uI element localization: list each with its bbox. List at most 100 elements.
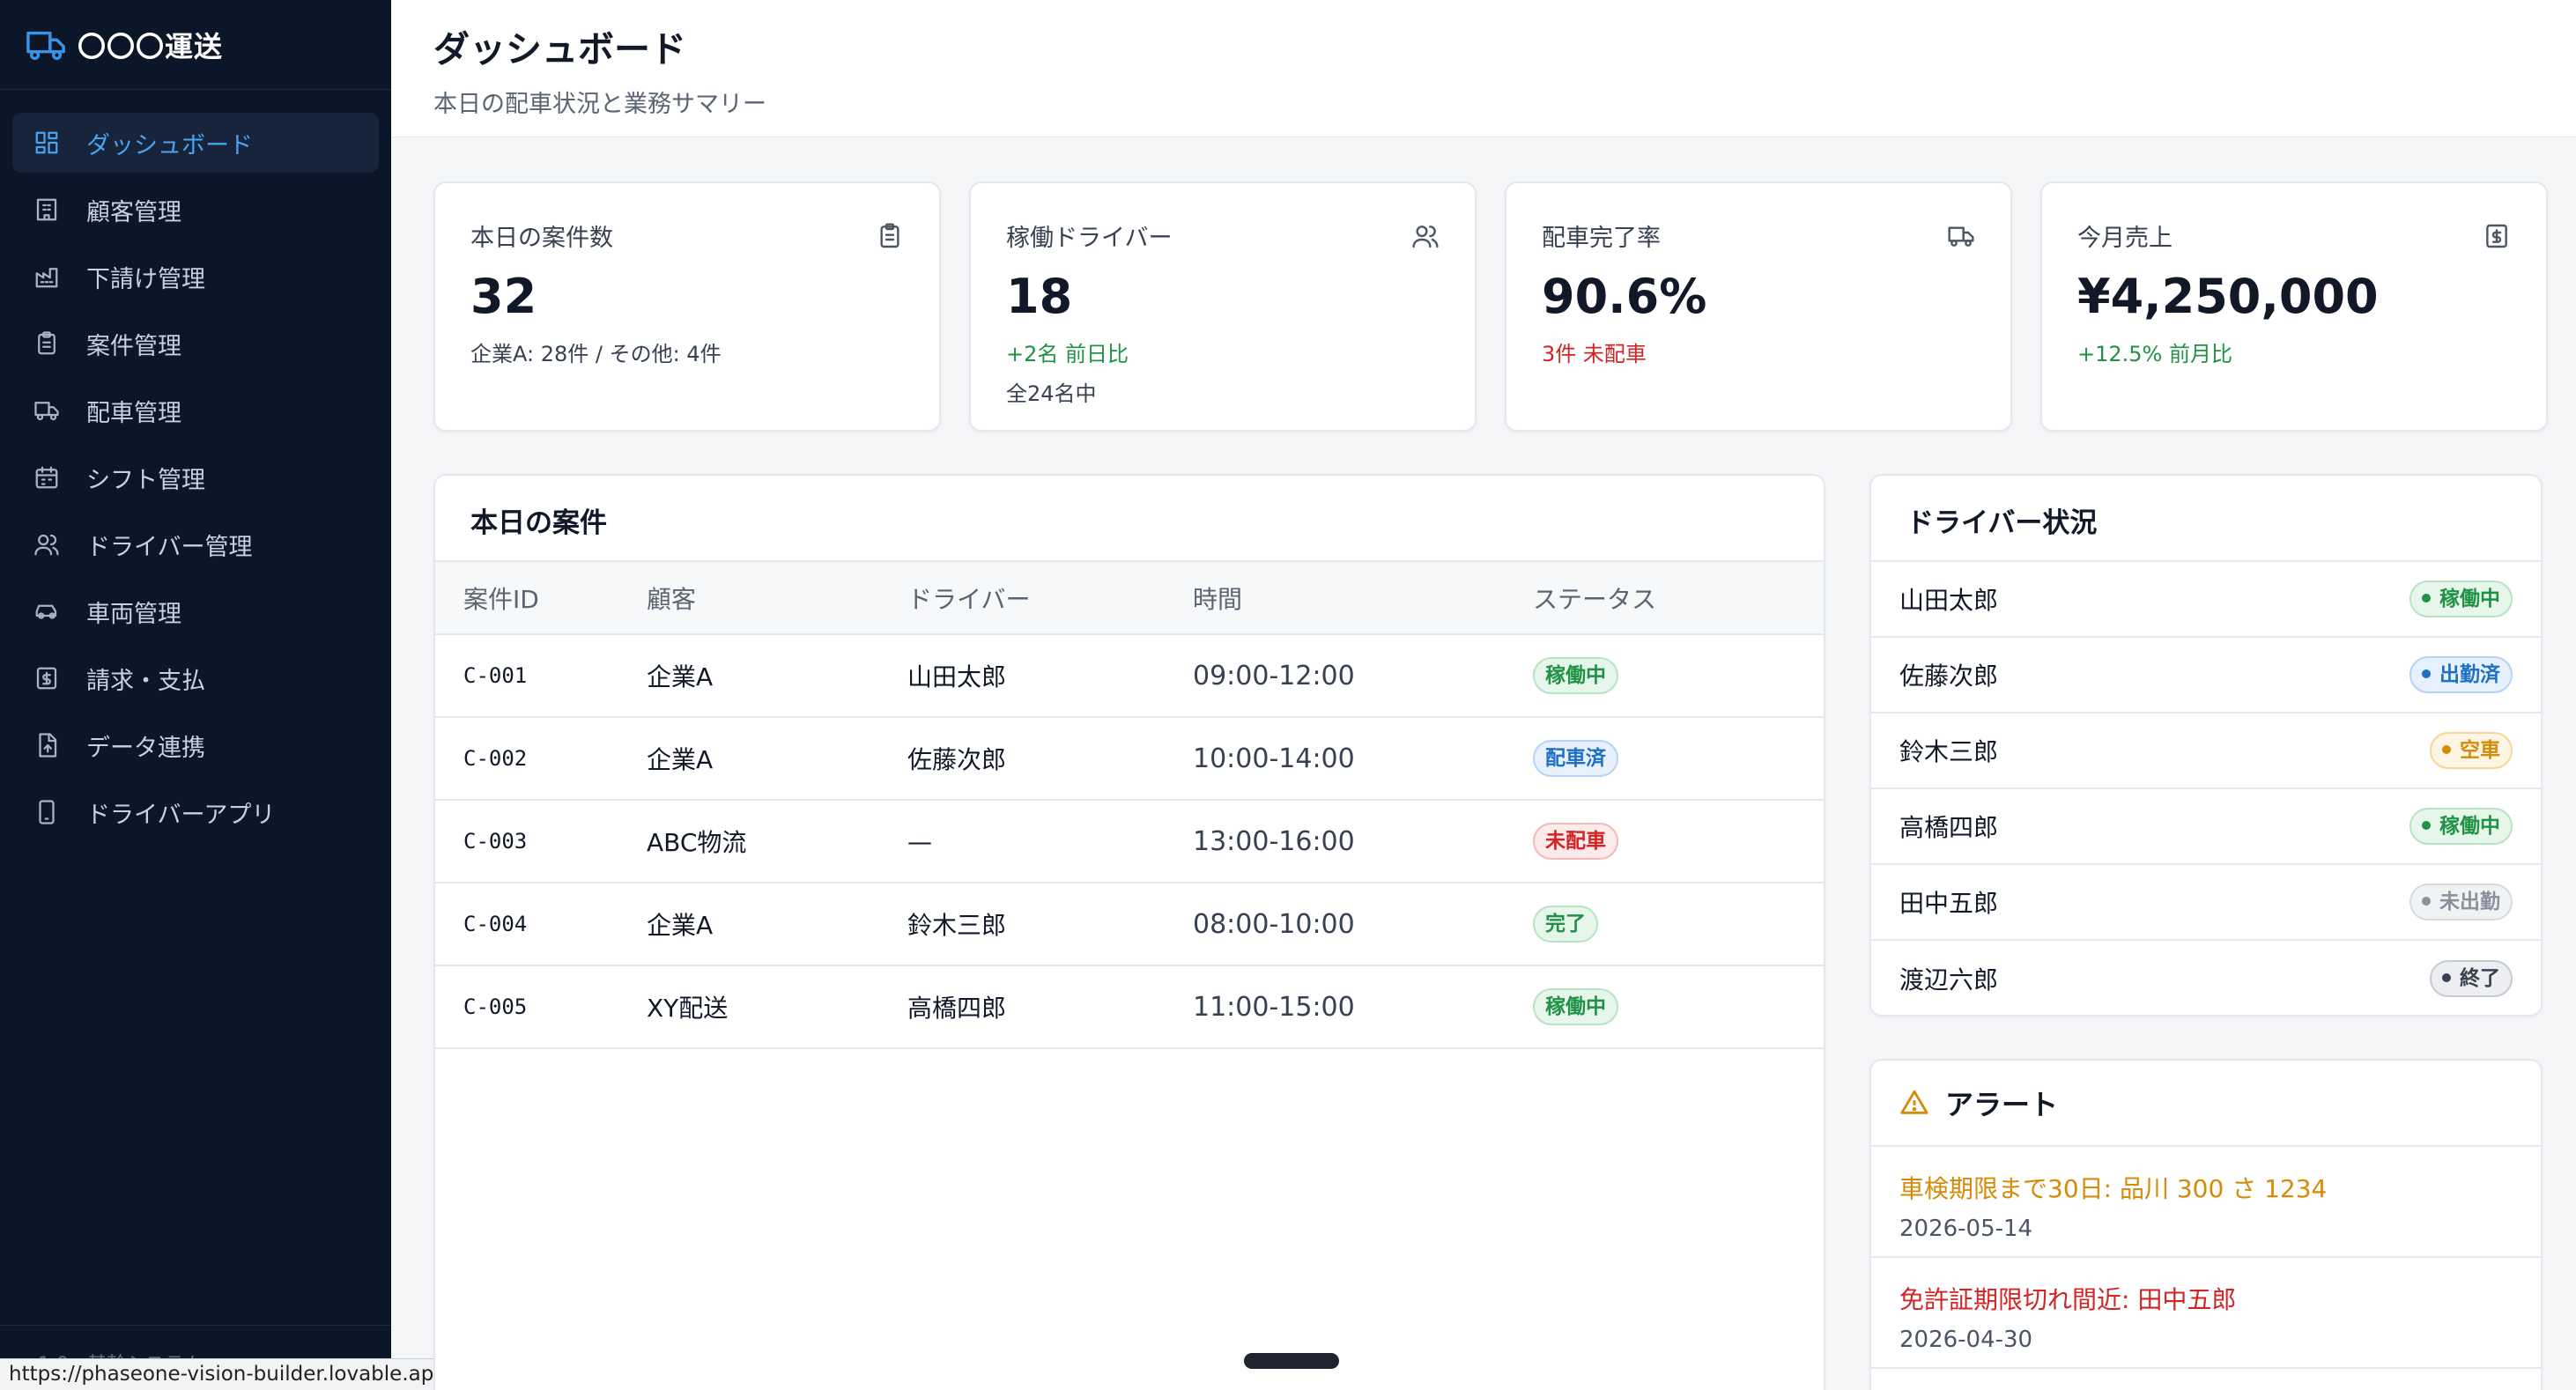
alerts-header: アラート [1871, 1061, 2541, 1147]
table-row[interactable]: C-003 ABC物流 — 13:00-16:00 未配車 [435, 800, 1824, 883]
page-subtitle: 本日の配車状況と業務サマリー [433, 91, 766, 118]
sidebar-item-label: データ連携 [86, 734, 205, 762]
cases-card: 本日の案件 案件ID 顧客 ドライバー 時間 ステータス C-001 企業A 山田太… [433, 474, 1825, 1390]
sidebar-item-9[interactable]: 請求・支払 [12, 648, 379, 708]
sidebar-nav: ダッシュボード 顧客管理下請け管理案件管理配車管理シフト管理ドライバー管理 車両管理… [0, 90, 391, 842]
driver-status-badge: 稼働中 [2409, 580, 2513, 617]
kpi-label: 今月売上 [2077, 225, 2173, 252]
sidebar-item-5[interactable]: 配車管理 [12, 381, 379, 440]
truck-icon [1948, 226, 1974, 247]
truck-logo-icon [26, 31, 65, 60]
sidebar-item-2[interactable]: 顧客管理 [12, 180, 379, 240]
driver-row[interactable]: 高橋四郎 稼働中 [1871, 789, 2541, 865]
sidebar-item-label: ドライバーアプリ [86, 801, 276, 829]
driver-status-label: 稼働中 [2439, 588, 2500, 610]
sidebar-item-label: 車両管理 [86, 600, 181, 628]
kpi-subnote: 全24名中 [1006, 381, 1097, 406]
driver-name: 佐藤次郎 [1899, 662, 1999, 691]
case-customer: XY配送 [647, 994, 729, 1023]
brand-name: 〇〇〇運送 [78, 29, 224, 63]
table-row[interactable]: C-005 XY配送 高橋四郎 11:00-15:00 稼働中 [435, 965, 1824, 1048]
table-row[interactable]: C-001 企業A 山田太郎 09:00-12:00 稼働中 [435, 634, 1824, 717]
driver-status-badge: 出勤済 [2409, 656, 2513, 693]
sidebar-item-1[interactable]: ダッシュボード [12, 113, 379, 173]
driver-row[interactable]: 佐藤次郎 出勤済 [1871, 638, 2541, 713]
driver-status-label: 未出勤 [2439, 891, 2500, 913]
case-driver: 佐藤次郎 [907, 745, 1007, 774]
driver-status-badge: 稼働中 [2409, 808, 2513, 845]
table-row[interactable]: C-002 企業A 佐藤次郎 10:00-14:00 配車済 [435, 717, 1824, 800]
kpi-label: 稼働ドライバー [1006, 225, 1173, 252]
cases-title: 本日の案件 [435, 476, 1824, 562]
column-header-time[interactable]: 時間 [1193, 562, 1533, 635]
driver-name: 渡辺六郎 [1899, 965, 1999, 994]
factory-icon [35, 268, 58, 288]
kpi-note: 企業A: 28件 / その他: 4件 [470, 342, 722, 366]
sidebar-item-8[interactable]: 車両管理 [12, 581, 379, 641]
case-driver: 山田太郎 [907, 662, 1007, 691]
kpi-card: 本日の案件数 32 企業A: 28件 / その他: 4件 [433, 181, 941, 432]
case-customer: ABC物流 [647, 828, 747, 857]
case-id: C-003 [463, 829, 528, 854]
status-badge: 未配車 [1533, 823, 1618, 860]
status-dot-icon [2422, 896, 2431, 906]
sidebar-item-10[interactable]: データ連携 [12, 715, 379, 775]
driver-status-label: 終了 [2460, 967, 2500, 990]
receipt-icon [36, 667, 57, 690]
alerts-title: アラート [1945, 1088, 2059, 1121]
case-time: 08:00-10:00 [1193, 908, 1355, 940]
file-upload-icon [39, 733, 57, 758]
driver-status-label: 空車 [2460, 739, 2500, 762]
smartphone-icon [39, 800, 55, 824]
status-dot-icon [2422, 593, 2431, 603]
clipboard-icon [38, 331, 56, 355]
scroll-handle[interactable] [1244, 1353, 1339, 1369]
alert-item[interactable]: 車検期限まで30日: 品川 300 さ 1234 2026-05-14 [1871, 1147, 2541, 1258]
case-driver: 高橋四郎 [907, 994, 1007, 1023]
sidebar-item-label: 案件管理 [86, 332, 181, 360]
case-id: C-002 [463, 746, 528, 771]
alerts-card: アラート 車検期限まで30日: 品川 300 さ 1234 2026-05-14 免… [1869, 1059, 2543, 1390]
users-icon [1412, 226, 1439, 248]
driver-row[interactable]: 鈴木三郎 空車 [1871, 713, 2541, 789]
kpi-value: ¥4,250,000 [2077, 269, 2379, 324]
sidebar-item-label: ダッシュボード [86, 131, 253, 159]
alert-date: 2026-04-30 [1899, 1327, 2033, 1353]
driver-row[interactable]: 田中五郎 未出勤 [1871, 865, 2541, 941]
sidebar-item-label: ドライバー管理 [86, 533, 253, 561]
column-header-customer[interactable]: 顧客 [647, 562, 907, 635]
kpi-value: 90.6% [1542, 269, 1707, 324]
column-header-status[interactable]: ステータス [1533, 562, 1824, 635]
alert-date: 2026-05-14 [1899, 1216, 2033, 1242]
warning-icon [1900, 1090, 1928, 1114]
driver-status-badge: 空車 [2430, 732, 2513, 769]
sidebar-item-6[interactable]: シフト管理 [12, 447, 379, 507]
case-time: 13:00-16:00 [1193, 825, 1355, 857]
status-dot-icon [2422, 820, 2431, 830]
calendar-icon [35, 466, 58, 489]
sidebar-item-7[interactable]: ドライバー管理 [12, 514, 379, 574]
truck-icon [34, 402, 59, 421]
sidebar-item-label: 顧客管理 [86, 198, 181, 226]
driver-row[interactable]: 渡辺六郎 終了 [1871, 941, 2541, 1015]
case-time: 09:00-12:00 [1193, 660, 1355, 691]
kpi-note: +2名 前日比 [1006, 342, 1129, 366]
alert-item[interactable]: 免許証期限切れ間近: 田中五郎 2026-04-30 [1871, 1258, 2541, 1369]
sidebar-item-11[interactable]: ドライバーアプリ [12, 782, 379, 842]
sidebar-item-label: シフト管理 [86, 466, 205, 494]
sidebar-item-3[interactable]: 下請け管理 [12, 247, 379, 307]
users-icon [34, 534, 59, 556]
driver-name: 田中五郎 [1899, 889, 1999, 918]
brand[interactable]: 〇〇〇運送 [0, 0, 391, 90]
sidebar-item-4[interactable]: 案件管理 [12, 314, 379, 373]
case-id: C-005 [463, 994, 528, 1019]
table-row[interactable]: C-004 企業A 鈴木三郎 08:00-10:00 完了 [435, 883, 1824, 965]
case-driver: 鈴木三郎 [907, 911, 1007, 940]
column-header-driver[interactable]: ドライバー [907, 562, 1193, 635]
driver-name: 山田太郎 [1899, 586, 1999, 615]
column-header-id[interactable]: 案件ID [435, 562, 647, 635]
cases-table: 案件ID 顧客 ドライバー 時間 ステータス C-001 企業A 山田太郎 09:00… [435, 562, 1824, 1049]
case-customer: 企業A [647, 662, 714, 691]
driver-row[interactable]: 山田太郎 稼働中 [1871, 562, 2541, 638]
case-id: C-001 [463, 663, 528, 688]
